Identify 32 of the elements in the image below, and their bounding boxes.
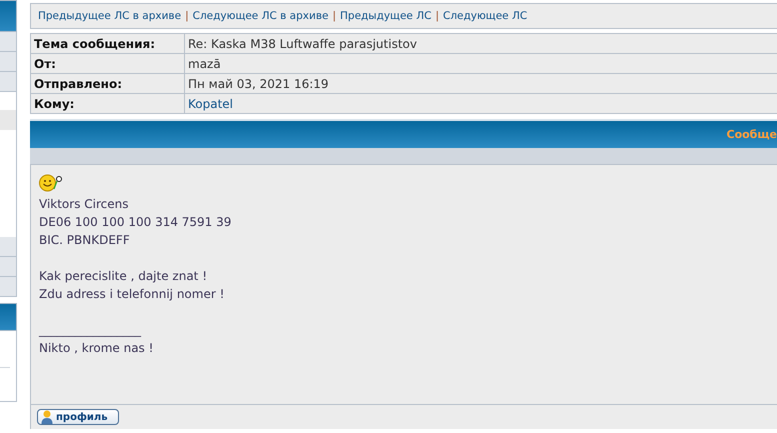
sidebar-item[interactable] bbox=[0, 52, 17, 72]
sidebar-header bbox=[0, 303, 17, 331]
message-line: DE06 100 100 100 314 7591 39 bbox=[39, 214, 232, 231]
sidebar-item[interactable] bbox=[0, 32, 17, 52]
separator: | bbox=[332, 10, 336, 22]
profile-button[interactable]: профиль bbox=[37, 409, 119, 425]
message-line: Zdu adress i telefonnij nomer ! bbox=[39, 286, 226, 303]
sidebar-item[interactable] bbox=[0, 277, 17, 297]
nav-link[interactable]: Предыдущее ЛС bbox=[340, 10, 432, 22]
nav-link[interactable]: Следующее ЛС в архиве bbox=[192, 10, 328, 22]
sidebar-item[interactable] bbox=[0, 72, 17, 92]
sidebar-item[interactable] bbox=[0, 257, 17, 277]
sidebar-item[interactable] bbox=[0, 237, 17, 257]
field-label: Тема сообщения: bbox=[30, 34, 184, 54]
message-line: Viktors Circens bbox=[39, 196, 130, 213]
signature-rule: _________________ bbox=[39, 322, 142, 339]
message-line: Kak perecislite , dajte znat ! bbox=[39, 268, 208, 285]
message-line: BIC. PBNKDEFF bbox=[39, 232, 131, 249]
field-value: Re: Kaska M38 Luftwaffe parasjutistov bbox=[184, 34, 777, 54]
separator: | bbox=[435, 10, 439, 22]
smiley-icon bbox=[39, 174, 63, 192]
signature-text: Nikto , krome nas ! bbox=[39, 340, 154, 357]
field-label: Отправлено: bbox=[30, 74, 184, 94]
sidebar-panel bbox=[0, 331, 17, 402]
nav-link[interactable]: Следующее ЛС bbox=[442, 10, 528, 22]
separator: | bbox=[185, 10, 189, 22]
nav-link[interactable]: Предыдущее ЛС в архиве bbox=[38, 10, 182, 22]
field-label: Кому: bbox=[30, 94, 184, 114]
message-title: Сообще bbox=[726, 128, 777, 141]
field-label: От: bbox=[30, 54, 184, 74]
user-icon bbox=[41, 410, 53, 424]
sidebar-header bbox=[0, 0, 17, 32]
